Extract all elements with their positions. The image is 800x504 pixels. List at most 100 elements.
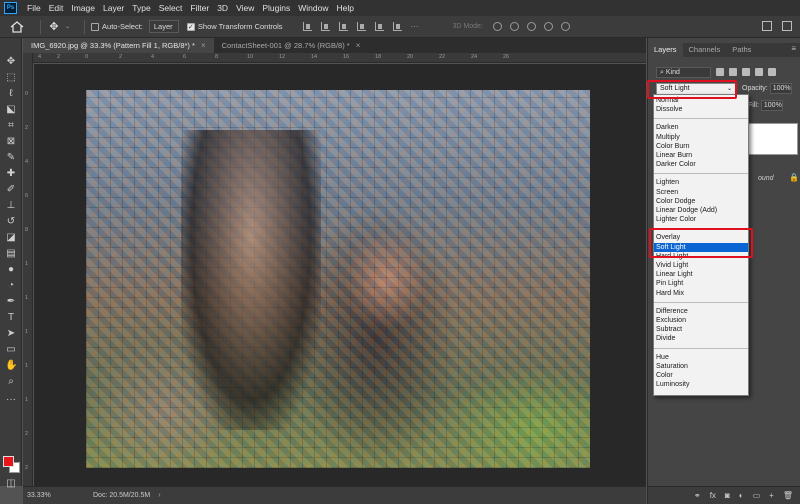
quick-mask-icon[interactable]: ◫ <box>5 478 17 490</box>
blend-mode-option[interactable]: Hard Light <box>654 252 748 261</box>
ruler-horizontal[interactable]: 4 2 0 2 4 6 8 10 12 14 16 18 20 22 24 26 <box>33 53 646 63</box>
foreground-color-swatch[interactable] <box>3 456 14 467</box>
color-swatches[interactable] <box>3 456 21 474</box>
menu-image[interactable]: Image <box>67 3 99 13</box>
mask-icon[interactable]: ◙ <box>725 491 730 500</box>
checkbox-checked-icon[interactable] <box>186 22 195 31</box>
menu-layer[interactable]: Layer <box>99 3 128 13</box>
blend-mode-option[interactable]: Screen <box>654 188 748 197</box>
fx-icon[interactable]: fx <box>710 491 716 500</box>
blend-mode-option[interactable]: Pin Light <box>654 279 748 288</box>
rectangle-tool-icon[interactable]: ▭ <box>5 344 17 356</box>
home-icon[interactable] <box>10 20 24 33</box>
blend-mode-option[interactable]: Dissolve <box>654 105 748 114</box>
marquee-tool-icon[interactable]: ⬚ <box>5 72 17 84</box>
opacity-input[interactable]: 100% <box>769 83 792 94</box>
close-icon[interactable]: × <box>201 38 206 53</box>
blend-mode-select[interactable]: Soft Light ⌄ <box>656 82 736 95</box>
blend-mode-option[interactable]: Lighter Color <box>654 215 748 224</box>
blend-mode-option[interactable]: Lighten <box>654 178 748 187</box>
blend-mode-option[interactable]: Linear Light <box>654 270 748 279</box>
slide-icon[interactable] <box>543 22 553 31</box>
menu-file[interactable]: File <box>23 3 45 13</box>
chevron-down-icon[interactable]: ⌄ <box>65 23 70 30</box>
menu-select[interactable]: Select <box>155 3 187 13</box>
type-filter-icon[interactable] <box>742 68 750 76</box>
blend-mode-option[interactable]: Luminosity <box>654 380 748 389</box>
blend-mode-option[interactable]: Color Burn <box>654 142 748 151</box>
blend-mode-option[interactable]: Overlay <box>654 233 748 242</box>
blend-mode-option[interactable]: Divide <box>654 334 748 343</box>
crop-tool-icon[interactable]: ⌗ <box>5 120 17 132</box>
filter-kind-select[interactable]: ⌕ Kind <box>656 66 711 78</box>
auto-select-checkbox[interactable]: Auto-Select: <box>91 22 143 31</box>
chevron-right-icon[interactable]: › <box>158 492 160 499</box>
roll-icon[interactable] <box>509 22 519 31</box>
trash-icon[interactable]: 🗑 <box>783 491 793 500</box>
more-icon[interactable]: ··· <box>411 22 419 31</box>
ruler-vertical[interactable]: 0 2 4 6 8 1 1 1 1 1 2 2 <box>23 53 33 486</box>
more-tools-icon[interactable]: ··· <box>5 394 17 406</box>
blend-mode-option[interactable]: Darken <box>654 123 748 132</box>
align-left-icon[interactable] <box>302 22 312 31</box>
blend-mode-option[interactable]: Hard Mix <box>654 289 748 298</box>
pen-tool-icon[interactable]: ✒ <box>5 296 17 308</box>
adjustment-filter-icon[interactable] <box>729 68 737 76</box>
background-layer-label[interactable]: ound <box>758 175 774 182</box>
blend-mode-option[interactable]: Linear Dodge (Add) <box>654 206 748 215</box>
path-select-tool-icon[interactable]: ➤ <box>5 328 17 340</box>
panel-menu-icon[interactable]: ≡ <box>791 44 796 53</box>
menu-window[interactable]: Window <box>294 3 332 13</box>
blend-mode-option[interactable]: Linear Burn <box>654 151 748 160</box>
healing-brush-tool-icon[interactable]: ✚ <box>5 168 17 180</box>
zoom-tool-icon[interactable]: ⌕ <box>5 376 17 388</box>
gradient-tool-icon[interactable]: ▤ <box>5 248 17 260</box>
blend-mode-option[interactable]: Exclusion <box>654 316 748 325</box>
tab-layers[interactable]: Layers <box>648 43 683 57</box>
new-layer-icon[interactable]: + <box>769 491 774 500</box>
blend-mode-option[interactable]: Hue <box>654 353 748 362</box>
checkbox-icon[interactable] <box>91 22 100 31</box>
clone-stamp-tool-icon[interactable]: ⊥ <box>5 200 17 212</box>
tab-paths[interactable]: Paths <box>726 43 757 57</box>
shape-filter-icon[interactable] <box>755 68 763 76</box>
blend-mode-option[interactable]: Color Dodge <box>654 197 748 206</box>
link-layers-icon[interactable]: ⚭ <box>694 491 701 500</box>
move-tool-icon[interactable]: ✥ <box>5 56 17 68</box>
object-select-tool-icon[interactable]: ⬕ <box>5 104 17 116</box>
document-tab[interactable]: ContactSheet-001 @ 28.7% (RGB/8) * × <box>214 38 369 53</box>
blend-mode-option[interactable]: Difference <box>654 307 748 316</box>
history-brush-tool-icon[interactable]: ↺ <box>5 216 17 228</box>
eraser-tool-icon[interactable]: ◪ <box>5 232 17 244</box>
layer-thumbnail[interactable] <box>748 123 798 155</box>
blend-mode-option[interactable]: Multiply <box>654 133 748 142</box>
menu-filter[interactable]: Filter <box>186 3 213 13</box>
eyedropper-tool-icon[interactable]: ✎ <box>5 152 17 164</box>
menu-view[interactable]: View <box>232 3 258 13</box>
menu-plugins[interactable]: Plugins <box>258 3 294 13</box>
hand-tool-icon[interactable]: ✋ <box>5 360 17 372</box>
share-icon[interactable] <box>782 21 792 31</box>
smart-object-filter-icon[interactable] <box>768 68 776 76</box>
close-icon[interactable]: × <box>356 38 361 53</box>
type-tool-icon[interactable]: T <box>5 312 17 324</box>
align-top-icon[interactable] <box>356 22 366 31</box>
fill-input[interactable]: 100% <box>760 100 783 111</box>
brush-tool-icon[interactable]: ✐ <box>5 184 17 196</box>
lasso-tool-icon[interactable]: ℓ <box>5 88 17 100</box>
menu-help[interactable]: Help <box>332 3 357 13</box>
adjustment-layer-icon[interactable]: ◐ <box>739 491 744 500</box>
align-right-icon[interactable] <box>338 22 348 31</box>
blend-mode-option[interactable]: Color <box>654 371 748 380</box>
document-image[interactable] <box>86 90 590 468</box>
blend-mode-option[interactable]: Normal <box>654 96 748 105</box>
menu-3d[interactable]: 3D <box>213 3 232 13</box>
align-center-icon[interactable] <box>320 22 330 31</box>
dodge-tool-icon[interactable]: ◔ <box>5 280 17 292</box>
frame-tool-icon[interactable]: ⊠ <box>5 136 17 148</box>
scale-icon[interactable] <box>560 22 570 31</box>
pixel-filter-icon[interactable] <box>716 68 724 76</box>
blend-mode-option[interactable]: Darker Color <box>654 160 748 169</box>
menu-type[interactable]: Type <box>128 3 154 13</box>
align-middle-icon[interactable] <box>374 22 384 31</box>
